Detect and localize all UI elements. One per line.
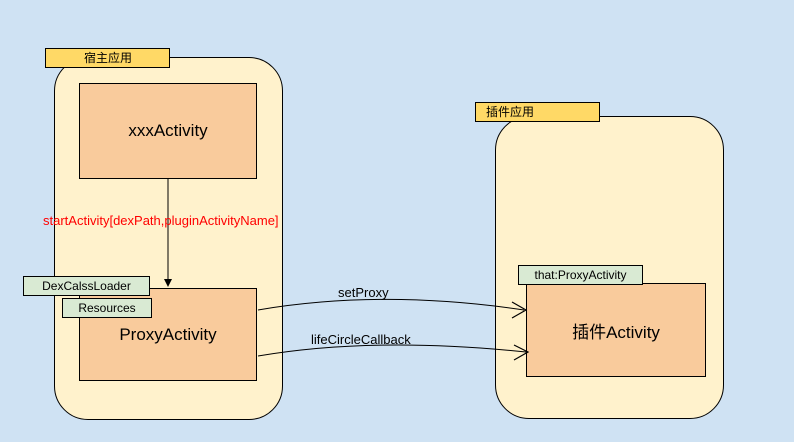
life-circle-label: lifeCircleCallback [311,332,411,347]
set-proxy-label: setProxy [338,285,389,300]
set-proxy-arrow [257,299,525,311]
life-circle-arrowhead [513,344,530,361]
start-activity-label: startActivity[dexPath,pluginActivityName… [43,213,279,228]
